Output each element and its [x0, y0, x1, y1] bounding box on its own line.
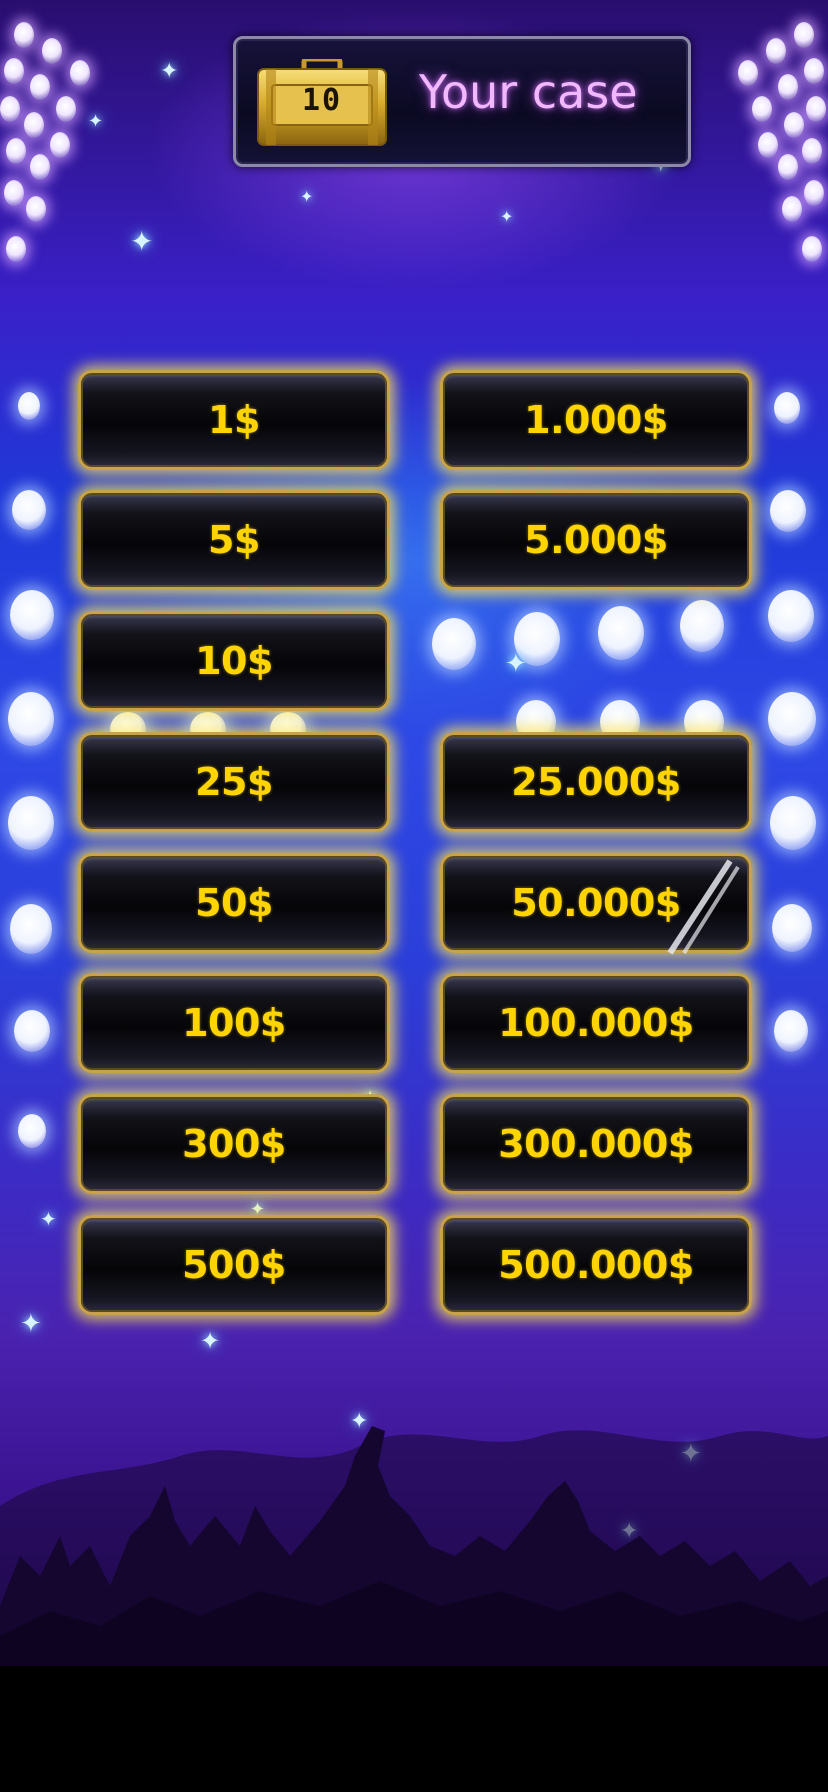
sparkle-icon: ✦	[300, 189, 314, 206]
stage-light-left	[0, 0, 120, 280]
prize-plate-left-7: 300$	[78, 1094, 390, 1194]
your-case-panel: 10 Your case	[233, 36, 691, 167]
sparkle-icon: ✦	[40, 1209, 57, 1231]
prize-plate-right-7: 300.000$	[440, 1094, 752, 1194]
prize-value: 50.000$	[511, 881, 681, 925]
crowd-silhouette	[0, 1426, 828, 1666]
prize-value: 5.000$	[524, 518, 668, 562]
game-stage: ✦ ✦ ✦ ✦ ✦ ✦ ✦ ✦ ✦ ✦ ✦ ✦ ✦ ✦ ✦ ✦	[0, 0, 828, 1666]
prize-plate-right-1: 1.000$	[440, 370, 752, 470]
prize-plate-left-6: 100$	[78, 973, 390, 1073]
prize-value: 300$	[182, 1122, 286, 1166]
prize-plate-left-5: 50$	[78, 853, 390, 953]
prize-plate-left-4: 25$	[78, 732, 390, 832]
prize-plate-right-6: 100.000$	[440, 973, 752, 1073]
prize-plate-left-3: 10$	[78, 611, 390, 711]
sparkle-icon: ✦	[88, 111, 104, 131]
sparkle-icon: ✦	[505, 648, 527, 678]
prize-plate-left-2: 5$	[78, 490, 390, 590]
prize-plate-left-1: 1$	[78, 370, 390, 470]
prize-value: 100$	[182, 1001, 286, 1045]
prize-value: 10$	[195, 639, 273, 683]
sparkle-icon: ✦	[130, 226, 154, 257]
prize-value: 1.000$	[524, 398, 668, 442]
sparkle-icon: ✦	[500, 209, 514, 226]
prize-value: 1$	[208, 398, 260, 442]
sparkle-icon: ✦	[160, 58, 179, 83]
header-title: Your case	[419, 65, 638, 119]
prize-value: 25.000$	[511, 760, 681, 804]
prize-value: 300.000$	[498, 1122, 694, 1166]
glare-icon	[667, 859, 740, 955]
prize-value: 100.000$	[498, 1001, 694, 1045]
prize-plate-right-8: 500.000$	[440, 1215, 752, 1315]
stage-light-right	[708, 0, 828, 280]
prize-value: 50$	[195, 881, 273, 925]
prize-value: 25$	[195, 760, 273, 804]
prize-value: 500.000$	[498, 1243, 694, 1287]
prize-plate-right-4: 25.000$	[440, 732, 752, 832]
prize-value: 500$	[182, 1243, 286, 1287]
prize-plate-right-2: 5.000$	[440, 490, 752, 590]
case-number: 10	[301, 83, 343, 118]
prize-plate-left-8: 500$	[78, 1215, 390, 1315]
prize-value: 5$	[208, 518, 260, 562]
